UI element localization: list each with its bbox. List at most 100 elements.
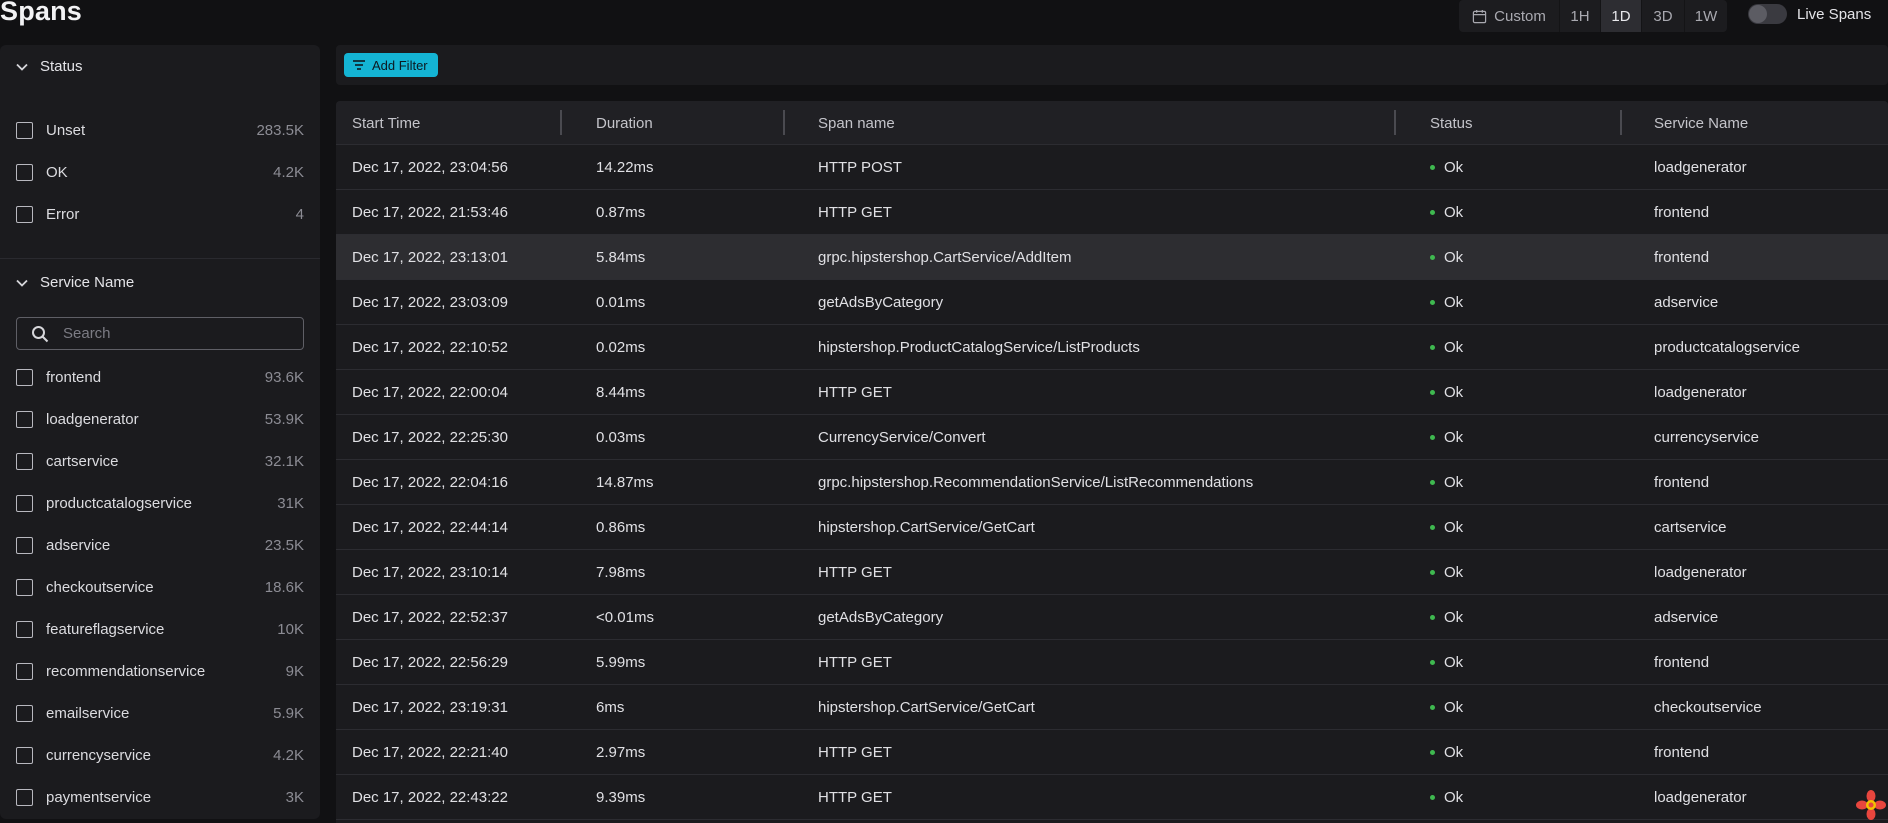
service-filter-adservice[interactable]: adservice 23.5K bbox=[16, 533, 304, 557]
checkbox[interactable] bbox=[16, 494, 33, 512]
table-row[interactable]: Dec 17, 2022, 22:44:14 0.86ms hipstershop.… bbox=[336, 505, 1888, 550]
time-range-custom-button[interactable]: Custom bbox=[1459, 0, 1560, 32]
status-text: Ok bbox=[1444, 293, 1464, 311]
service-filter-recommendationservice[interactable]: recommendationservice 9K bbox=[16, 659, 304, 683]
service-filter-frontend[interactable]: frontend 93.6K bbox=[16, 365, 304, 389]
checkbox[interactable] bbox=[16, 121, 33, 139]
column-header-start-time[interactable]: Start Time bbox=[352, 101, 420, 145]
column-header-duration[interactable]: Duration bbox=[596, 101, 653, 145]
checkbox[interactable] bbox=[16, 578, 33, 596]
cell-duration: 6ms bbox=[596, 698, 625, 716]
live-spans-toggle[interactable]: Live Spans bbox=[1748, 4, 1871, 24]
cell-duration: 2.97ms bbox=[596, 743, 646, 761]
status-text: Ok bbox=[1444, 608, 1464, 626]
facet-count: 283.5K bbox=[256, 121, 304, 139]
status-text: Ok bbox=[1444, 518, 1464, 536]
cell-service-name: frontend bbox=[1654, 473, 1710, 491]
table-row[interactable]: Dec 17, 2022, 22:04:16 14.87ms grpc.hipste… bbox=[336, 460, 1888, 505]
cell-service-name: loadgenerator bbox=[1654, 158, 1747, 176]
table-row[interactable]: Dec 17, 2022, 22:00:04 8.44ms HTTP GET Ok lo… bbox=[336, 370, 1888, 415]
status-dot-icon bbox=[1430, 434, 1435, 440]
table-row[interactable]: Dec 17, 2022, 23:19:31 6ms hipstershop.Car… bbox=[336, 685, 1888, 730]
facet-label: cartservice bbox=[46, 452, 119, 470]
cell-span-name: HTTP GET bbox=[818, 563, 892, 581]
cell-start-time: Dec 17, 2022, 22:56:29 bbox=[352, 653, 508, 671]
service-filter-checkoutservice[interactable]: checkoutservice 18.6K bbox=[16, 575, 304, 599]
cell-start-time: Dec 17, 2022, 22:52:37 bbox=[352, 608, 508, 626]
service-filter-featureflagservice[interactable]: featureflagservice 10K bbox=[16, 617, 304, 641]
checkbox[interactable] bbox=[16, 620, 33, 638]
checkbox[interactable] bbox=[16, 410, 33, 428]
checkbox[interactable] bbox=[16, 205, 33, 223]
table-row[interactable]: Dec 17, 2022, 22:25:30 0.03ms CurrencyServ… bbox=[336, 415, 1888, 460]
column-header-span-name[interactable]: Span name bbox=[818, 101, 895, 145]
table-row[interactable]: Dec 17, 2022, 23:03:09 0.01ms getAdsByCate… bbox=[336, 280, 1888, 325]
facet-label: loadgenerator bbox=[46, 410, 139, 428]
table-row[interactable]: Dec 17, 2022, 22:56:29 5.99ms HTTP GET Ok fr… bbox=[336, 640, 1888, 685]
status-dot-icon bbox=[1430, 164, 1435, 170]
status-dot-icon bbox=[1430, 344, 1435, 350]
checkbox[interactable] bbox=[16, 746, 33, 764]
calendar-icon bbox=[1472, 9, 1487, 23]
cell-status: Ok bbox=[1430, 370, 1463, 414]
column-header-status[interactable]: Status bbox=[1430, 101, 1473, 145]
status-filter-unset[interactable]: Unset 283.5K bbox=[16, 118, 304, 142]
service-filter-loadgenerator[interactable]: loadgenerator 53.9K bbox=[16, 407, 304, 431]
checkbox[interactable] bbox=[16, 368, 33, 386]
facet-count: 10K bbox=[277, 620, 304, 638]
facet-label: checkoutservice bbox=[46, 578, 154, 596]
table-row[interactable]: Dec 17, 2022, 22:21:40 2.97ms HTTP GET Ok fr… bbox=[336, 730, 1888, 775]
cell-span-name: getAdsByCategory bbox=[818, 608, 944, 626]
status-dot-icon bbox=[1430, 209, 1435, 215]
cell-span-name: HTTP GET bbox=[818, 203, 892, 221]
facet-count: 4.2K bbox=[273, 163, 304, 181]
cell-service-name: frontend bbox=[1654, 248, 1710, 266]
status-section-header[interactable]: Status bbox=[16, 58, 83, 75]
checkbox[interactable] bbox=[16, 704, 33, 722]
service-filter-emailservice[interactable]: emailservice 5.9K bbox=[16, 701, 304, 725]
checkbox[interactable] bbox=[16, 662, 33, 680]
service-filter-productcatalogservice[interactable]: productcatalogservice 31K bbox=[16, 491, 304, 515]
service-section-header[interactable]: Service Name bbox=[16, 274, 134, 291]
add-filter-button[interactable]: Add Filter bbox=[344, 53, 438, 77]
time-range-3d-button[interactable]: 3D bbox=[1642, 0, 1685, 32]
service-filter-currencyservice[interactable]: currencyservice 4.2K bbox=[16, 743, 304, 767]
checkbox[interactable] bbox=[16, 536, 33, 554]
cell-status: Ok bbox=[1430, 550, 1463, 594]
column-resize-handle[interactable] bbox=[1620, 110, 1622, 135]
cell-span-name: HTTP GET bbox=[818, 788, 892, 806]
cell-service-name: loadgenerator bbox=[1654, 788, 1747, 806]
cell-service-name: loadgenerator bbox=[1654, 563, 1747, 581]
facet-count: 32.1K bbox=[264, 452, 304, 470]
column-resize-handle[interactable] bbox=[1394, 110, 1396, 135]
table-row[interactable]: Dec 17, 2022, 23:13:01 5.84ms grpc.hipster… bbox=[336, 235, 1888, 280]
time-range-1d-button[interactable]: 1D bbox=[1601, 0, 1642, 32]
checkbox[interactable] bbox=[16, 788, 33, 806]
checkbox[interactable] bbox=[16, 163, 33, 181]
live-spans-switch[interactable] bbox=[1748, 4, 1787, 24]
cell-service-name: frontend bbox=[1654, 203, 1710, 221]
checkbox[interactable] bbox=[16, 452, 33, 470]
status-filter-error[interactable]: Error 4 bbox=[16, 202, 304, 226]
service-filter-paymentservice[interactable]: paymentservice 3K bbox=[16, 785, 304, 809]
column-header-service-name[interactable]: Service Name bbox=[1654, 101, 1748, 145]
status-filter-ok[interactable]: OK 4.2K bbox=[16, 160, 304, 184]
time-range-1w-button[interactable]: 1W bbox=[1685, 0, 1727, 32]
cell-duration: 14.87ms bbox=[596, 473, 654, 491]
service-search-input[interactable] bbox=[63, 325, 283, 342]
column-resize-handle[interactable] bbox=[560, 110, 562, 135]
table-row[interactable]: Dec 17, 2022, 23:04:56 14.22ms HTTP POST Ok… bbox=[336, 145, 1888, 190]
service-filter-cartservice[interactable]: cartservice 32.1K bbox=[16, 449, 304, 473]
column-resize-handle[interactable] bbox=[783, 110, 785, 135]
time-range-1h-button[interactable]: 1H bbox=[1560, 0, 1601, 32]
table-row[interactable]: Dec 17, 2022, 22:43:22 9.39ms HTTP GET Ok lo… bbox=[336, 775, 1888, 820]
table-row[interactable]: Dec 17, 2022, 21:53:46 0.87ms HTTP GET Ok fr… bbox=[336, 190, 1888, 235]
cell-span-name: getAdsByCategory bbox=[818, 293, 944, 311]
cell-span-name: hipstershop.CartService/GetCart bbox=[818, 518, 1035, 536]
flower-logo-icon[interactable] bbox=[1856, 790, 1886, 820]
cell-status: Ok bbox=[1430, 145, 1463, 189]
cell-start-time: Dec 17, 2022, 21:53:46 bbox=[352, 203, 508, 221]
table-row[interactable]: Dec 17, 2022, 23:10:14 7.98ms HTTP GET Ok lo… bbox=[336, 550, 1888, 595]
table-row[interactable]: Dec 17, 2022, 22:10:52 0.02ms hipstershop.… bbox=[336, 325, 1888, 370]
table-row[interactable]: Dec 17, 2022, 22:52:37 <0.01ms getAdsByCat… bbox=[336, 595, 1888, 640]
